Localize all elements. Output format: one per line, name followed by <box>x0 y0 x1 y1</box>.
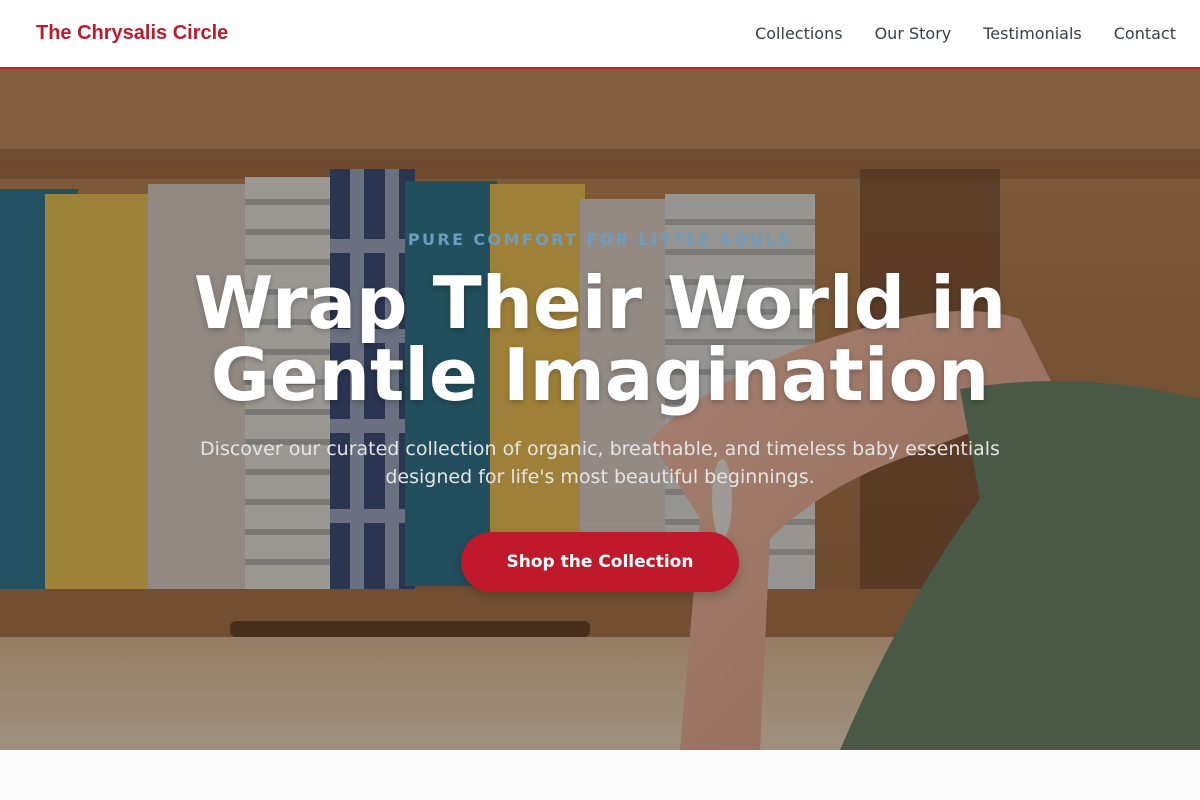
site-header: The Chrysalis Circle Collections Our Sto… <box>0 0 1200 69</box>
hero-subtitle: Discover our curated collection of organ… <box>200 438 1000 488</box>
hero-section: PURE COMFORT FOR LITTLE SOULS Wrap Their… <box>0 69 1200 750</box>
main-nav: Collections Our Story Testimonials Conta… <box>755 24 1176 43</box>
nav-link-testimonials[interactable]: Testimonials <box>983 24 1082 43</box>
nav-link-contact[interactable]: Contact <box>1114 24 1176 43</box>
hero-content: PURE COMFORT FOR LITTLE SOULS Wrap Their… <box>0 69 1200 750</box>
nav-link-collections[interactable]: Collections <box>755 24 842 43</box>
hero-title: Wrap Their World in Gentle Imagination <box>0 267 1200 411</box>
nav-link-our-story[interactable]: Our Story <box>875 24 952 43</box>
shop-collection-button[interactable]: Shop the Collection <box>461 532 739 592</box>
brand-logo[interactable]: The Chrysalis Circle <box>36 22 228 45</box>
next-section-strip <box>0 750 1200 800</box>
hero-eyebrow: PURE COMFORT FOR LITTLE SOULS <box>407 230 793 249</box>
hero-title-line2: Gentle Imagination <box>210 333 990 417</box>
